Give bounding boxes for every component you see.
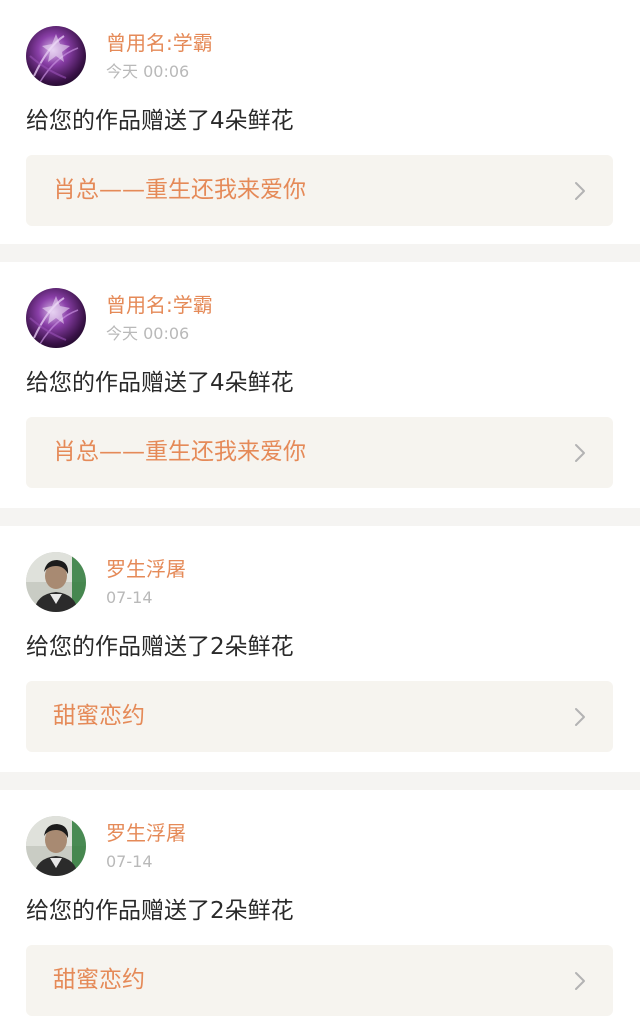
work-link-card[interactable]: 肖总——重生还我来爱你 xyxy=(26,417,613,488)
gift-message: 给您的作品赠送了2朵鲜花 xyxy=(26,634,294,660)
work-title: 肖总——重生还我来爱你 xyxy=(53,177,306,203)
timestamp: 今天 00:06 xyxy=(106,324,190,343)
gift-notification-card: 曾用名:学霸 今天 00:06 给您的作品赠送了4朵鲜花 肖总——重生还我来爱你 xyxy=(0,0,640,244)
chevron-right-icon xyxy=(573,181,587,201)
avatar[interactable] xyxy=(26,816,86,876)
user-name[interactable]: 曾用名:学霸 xyxy=(106,292,213,318)
notification-feed: 曾用名:学霸 今天 00:06 给您的作品赠送了4朵鲜花 肖总——重生还我来爱你 xyxy=(0,0,640,1017)
timestamp: 今天 00:06 xyxy=(106,62,190,81)
avatar[interactable] xyxy=(26,26,86,86)
user-name[interactable]: 罗生浮屠 xyxy=(106,556,186,582)
work-title: 肖总——重生还我来爱你 xyxy=(53,439,306,465)
work-title: 甜蜜恋约 xyxy=(53,703,145,729)
chevron-right-icon xyxy=(573,443,587,463)
timestamp: 07-14 xyxy=(106,852,153,871)
gift-notification-card: 罗生浮屠 07-14 给您的作品赠送了2朵鲜花 甜蜜恋约 xyxy=(0,526,640,772)
work-title: 甜蜜恋约 xyxy=(53,967,145,993)
user-name[interactable]: 曾用名:学霸 xyxy=(106,30,213,56)
chevron-right-icon xyxy=(573,971,587,991)
timestamp: 07-14 xyxy=(106,588,153,607)
gift-notification-card: 曾用名:学霸 今天 00:06 给您的作品赠送了4朵鲜花 肖总——重生还我来爱你 xyxy=(0,262,640,508)
work-link-card[interactable]: 甜蜜恋约 xyxy=(26,681,613,752)
avatar[interactable] xyxy=(26,552,86,612)
gift-message: 给您的作品赠送了4朵鲜花 xyxy=(26,370,294,396)
work-link-card[interactable]: 甜蜜恋约 xyxy=(26,945,613,1016)
chevron-right-icon xyxy=(573,707,587,727)
gift-message: 给您的作品赠送了2朵鲜花 xyxy=(26,898,294,924)
user-name[interactable]: 罗生浮屠 xyxy=(106,820,186,846)
gift-notification-card: 罗生浮屠 07-14 给您的作品赠送了2朵鲜花 甜蜜恋约 xyxy=(0,790,640,1017)
gift-message: 给您的作品赠送了4朵鲜花 xyxy=(26,108,294,134)
avatar[interactable] xyxy=(26,288,86,348)
work-link-card[interactable]: 肖总——重生还我来爱你 xyxy=(26,155,613,226)
